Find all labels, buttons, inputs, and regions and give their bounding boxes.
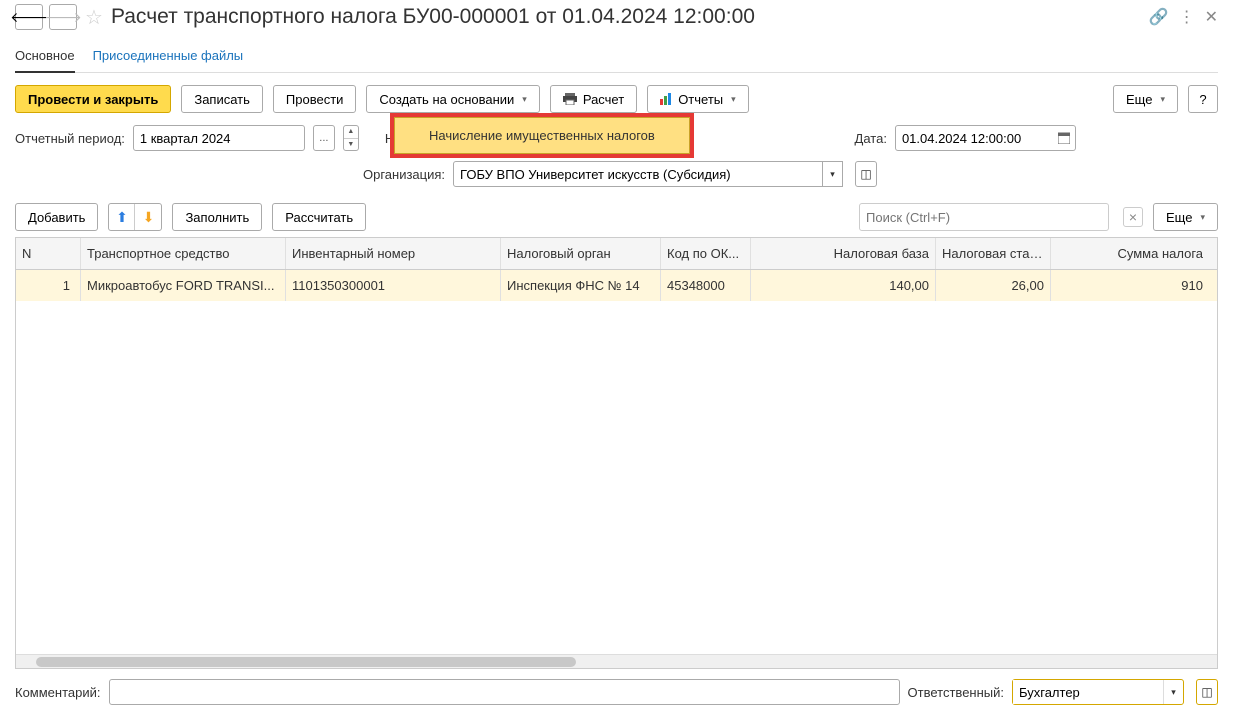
col-vehicle[interactable]: Транспортное средство bbox=[81, 238, 286, 269]
close-icon[interactable]: ✕ bbox=[1205, 7, 1218, 27]
comment-input[interactable] bbox=[109, 679, 900, 705]
print-icon bbox=[563, 93, 577, 105]
dropdown-item-accrual[interactable]: Начисление имущественных налогов bbox=[394, 117, 690, 154]
col-sum[interactable]: Сумма налога bbox=[1051, 238, 1217, 269]
tab-main[interactable]: Основное bbox=[15, 44, 75, 73]
grid-header: N Транспортное средство Инвентарный номе… bbox=[16, 238, 1217, 270]
date-label: Дата: bbox=[855, 131, 887, 146]
link-icon[interactable]: 🔗 bbox=[1149, 7, 1169, 27]
comment-label: Комментарий: bbox=[15, 685, 101, 700]
add-row-button[interactable]: Добавить bbox=[15, 203, 98, 231]
fill-button[interactable]: Заполнить bbox=[172, 203, 262, 231]
responsible-open-button[interactable]: ◫ bbox=[1196, 679, 1218, 705]
data-grid: N Транспортное средство Инвентарный номе… bbox=[15, 237, 1218, 669]
favorite-star-icon[interactable]: ☆ bbox=[85, 5, 103, 30]
col-oktmo[interactable]: Код по ОК... bbox=[661, 238, 751, 269]
tab-files[interactable]: Присоединенные файлы bbox=[93, 44, 244, 72]
help-button[interactable]: ? bbox=[1188, 85, 1218, 113]
kebab-menu-icon[interactable]: ⋮ bbox=[1179, 7, 1195, 27]
period-input[interactable] bbox=[133, 125, 305, 151]
org-open-button[interactable]: ◫ bbox=[855, 161, 877, 187]
search-clear-button[interactable]: × bbox=[1123, 207, 1143, 227]
report-icon bbox=[660, 93, 672, 105]
move-down-button[interactable]: ⬇ bbox=[135, 204, 161, 230]
table-row[interactable]: 1 Микроавтобус FORD TRANSI... 1101350300… bbox=[16, 270, 1217, 301]
more-button[interactable]: Еще bbox=[1113, 85, 1178, 113]
col-rate[interactable]: Налоговая ставка bbox=[936, 238, 1051, 269]
post-and-close-button[interactable]: Провести и закрыть bbox=[15, 85, 171, 113]
search-box bbox=[859, 203, 1109, 231]
table-more-button[interactable]: Еще bbox=[1153, 203, 1218, 231]
date-input[interactable] bbox=[895, 125, 1055, 151]
org-input[interactable] bbox=[453, 161, 823, 187]
nav-forward[interactable]: 🡒 bbox=[49, 4, 77, 30]
nav-back[interactable]: 🡐 bbox=[15, 4, 43, 30]
col-base[interactable]: Налоговая база bbox=[751, 238, 936, 269]
create-based-dropdown: Начисление имущественных налогов bbox=[390, 113, 694, 158]
responsible-select-button[interactable]: ▾ bbox=[1163, 680, 1183, 704]
org-select-button[interactable]: ▾ bbox=[823, 161, 843, 187]
col-inv[interactable]: Инвентарный номер bbox=[286, 238, 501, 269]
save-button[interactable]: Записать bbox=[181, 85, 263, 113]
horizontal-scrollbar[interactable] bbox=[16, 654, 1217, 668]
post-button[interactable]: Провести bbox=[273, 85, 357, 113]
responsible-input[interactable] bbox=[1013, 680, 1163, 704]
col-n[interactable]: N bbox=[16, 238, 81, 269]
page-title: Расчет транспортного налога БУ00-000001 … bbox=[111, 5, 755, 29]
move-row-buttons: ⬆ ⬇ bbox=[108, 203, 162, 231]
col-tax-auth[interactable]: Налоговый орган bbox=[501, 238, 661, 269]
search-input[interactable] bbox=[866, 210, 1102, 225]
move-up-button[interactable]: ⬆ bbox=[109, 204, 135, 230]
create-based-button[interactable]: Создать на основании bbox=[366, 85, 539, 113]
period-label: Отчетный период: bbox=[15, 131, 125, 146]
calendar-icon bbox=[1058, 132, 1070, 144]
calendar-button[interactable] bbox=[1054, 125, 1076, 151]
calc-button[interactable]: Расчет bbox=[550, 85, 637, 113]
reports-button[interactable]: Отчеты bbox=[647, 85, 748, 113]
responsible-label: Ответственный: bbox=[908, 685, 1004, 700]
period-spinner[interactable]: ▲▼ bbox=[343, 125, 359, 151]
org-label: Организация: bbox=[363, 167, 445, 182]
recalc-button[interactable]: Рассчитать bbox=[272, 203, 366, 231]
period-picker-button[interactable]: ... bbox=[313, 125, 335, 151]
